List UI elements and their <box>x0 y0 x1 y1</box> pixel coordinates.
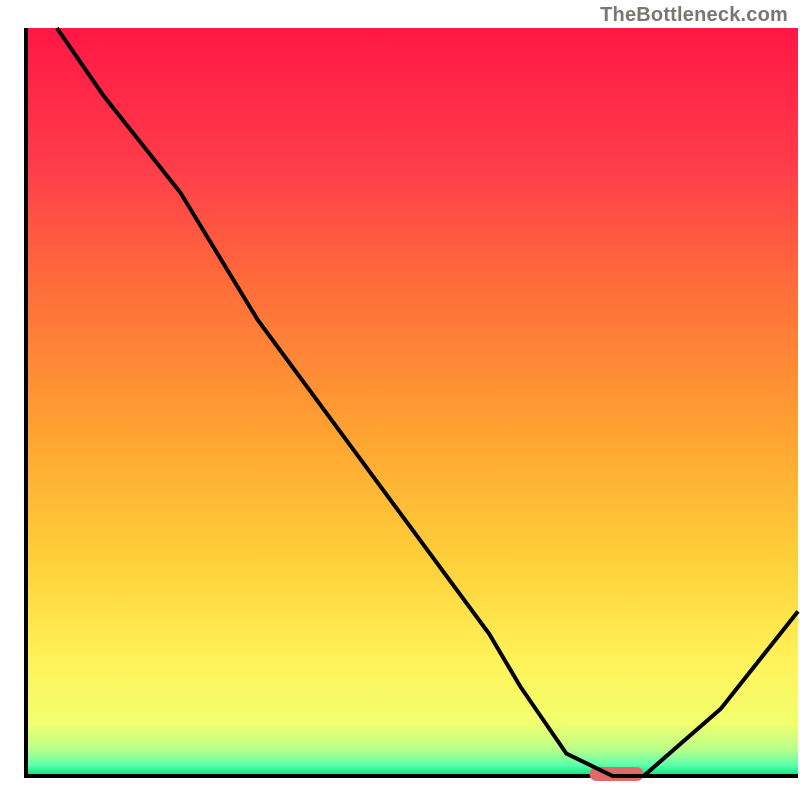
plot-background <box>26 28 798 776</box>
chart-container: TheBottleneck.com <box>0 0 800 800</box>
bottleneck-chart <box>0 0 800 800</box>
watermark-text: TheBottleneck.com <box>600 4 788 27</box>
